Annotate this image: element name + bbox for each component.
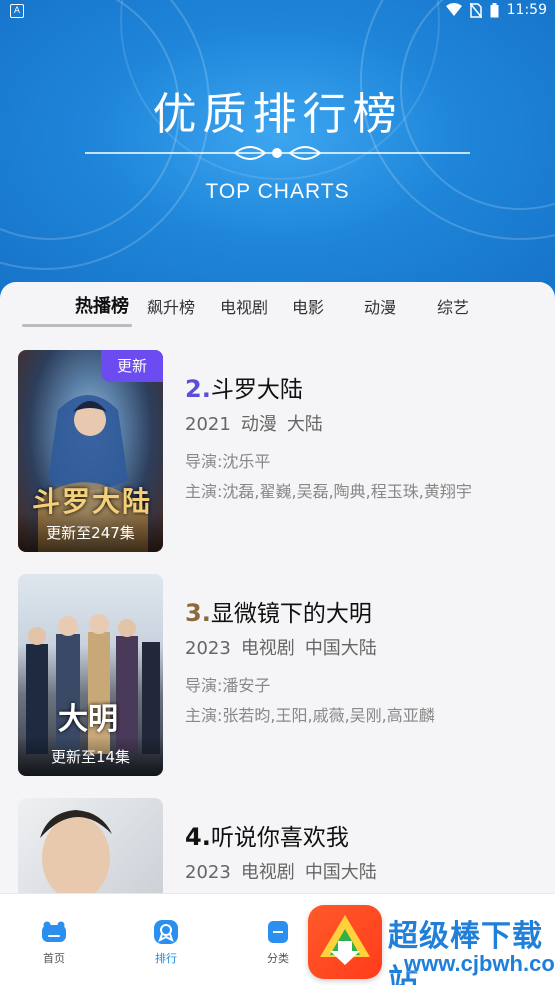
director-label: 导演: xyxy=(185,452,223,471)
list-item[interactable]: 斗罗大陆 更新 更新至247集 2.斗罗大陆 2021 动漫 大陆 导演:沈乐平 主… xyxy=(0,350,555,555)
episode-count: 更新至247集 xyxy=(18,512,163,552)
wifi-icon xyxy=(445,3,462,16)
item-meta: 2023 电视剧 中国大陆 xyxy=(185,858,387,884)
item-genre: 电视剧 xyxy=(240,638,295,659)
director-name: 潘安子 xyxy=(222,676,271,695)
actors-label: 主演: xyxy=(185,706,223,725)
tab-rising[interactable]: 飙升榜 xyxy=(147,294,195,318)
actors-names: 张若昀,王阳,戚薇,吴刚,高亚麟 xyxy=(222,706,435,725)
tab-movies[interactable]: 电影 xyxy=(292,294,324,318)
hero-title: 优质排行榜 xyxy=(152,89,403,140)
category-icon xyxy=(268,921,288,943)
notification-icon: A xyxy=(10,4,24,18)
tab-anime[interactable]: 动漫 xyxy=(364,294,396,318)
actors-names: 沈磊,翟巍,吴磊,陶典,程玉珠,黄翔宇 xyxy=(222,482,472,501)
item-title: 显微镜下的大明 xyxy=(210,601,372,627)
poster-image[interactable]: 大明 更新至14集 xyxy=(18,574,163,776)
item-meta: 2021 动漫 大陆 xyxy=(185,410,333,436)
ranking-icon xyxy=(154,920,178,944)
item-year: 2021 xyxy=(185,414,231,435)
home-icon xyxy=(42,921,66,942)
tab-hot[interactable]: 热播榜 xyxy=(75,292,129,318)
item-genre: 电视剧 xyxy=(240,862,295,883)
item-director: 导演:沈乐平 xyxy=(185,448,270,472)
nav-label: 排行 xyxy=(155,952,177,965)
item-actors: 主演:沈磊,翟巍,吴磊,陶典,程玉珠,黄翔宇 xyxy=(185,478,472,502)
rank-number: 3. xyxy=(185,599,211,627)
item-actors: 主演:张若昀,王阳,戚薇,吴刚,高亚麟 xyxy=(185,702,435,726)
watermark-logo xyxy=(308,905,382,979)
status-time: 11:59 xyxy=(506,2,547,18)
nav-home[interactable]: 首页 xyxy=(24,920,84,966)
poster-image[interactable]: 斗罗大陆 更新 更新至247集 xyxy=(18,350,163,552)
status-bar: A 11:59 xyxy=(0,0,555,24)
item-region: 中国大陆 xyxy=(304,862,377,883)
download-logo-icon xyxy=(320,915,370,965)
tab-variety[interactable]: 综艺 xyxy=(437,294,469,318)
nav-label: 分类 xyxy=(267,952,289,965)
item-title-line[interactable]: 3.显微镜下的大明 xyxy=(185,594,372,628)
watermark-url: www.cjbwh.com xyxy=(404,951,555,976)
director-name: 沈乐平 xyxy=(222,452,271,471)
ornament-divider-icon xyxy=(85,146,470,160)
item-title-line[interactable]: 4.听说你喜欢我 xyxy=(185,818,349,852)
sim-off-icon xyxy=(469,2,482,18)
category-tabs: 热播榜 飙升榜 电视剧 电影 动漫 综艺 xyxy=(0,282,555,326)
item-title: 斗罗大陆 xyxy=(210,377,303,403)
item-region: 大陆 xyxy=(286,414,323,435)
hero-banner: 优质排行榜 TOP CHARTS xyxy=(0,0,555,300)
nav-category[interactable]: 分类 xyxy=(248,920,308,966)
item-year: 2023 xyxy=(185,862,231,883)
item-director: 导演:潘安子 xyxy=(185,672,270,696)
item-region: 中国大陆 xyxy=(304,638,377,659)
actors-label: 主演: xyxy=(185,482,223,501)
item-meta: 2023 电视剧 中国大陆 xyxy=(185,634,387,660)
previous-item-edge xyxy=(22,324,132,327)
tab-tv-series[interactable]: 电视剧 xyxy=(220,294,268,318)
battery-icon xyxy=(490,2,499,17)
ranking-card: 热播榜 飙升榜 电视剧 电影 动漫 综艺 斗罗大陆 更新 更新至247集 2.斗… xyxy=(0,282,555,985)
rank-number: 2. xyxy=(185,375,211,403)
hero-subtitle: TOP CHARTS xyxy=(205,180,350,203)
poster-title-art: 大明 xyxy=(58,702,118,737)
rank-number: 4. xyxy=(185,823,211,851)
item-year: 2023 xyxy=(185,638,231,659)
item-title-line[interactable]: 2.斗罗大陆 xyxy=(185,370,303,404)
list-item[interactable]: 大明 更新至14集 3.显微镜下的大明 2023 电视剧 中国大陆 导演:潘安子 主… xyxy=(0,574,555,779)
director-label: 导演: xyxy=(185,676,223,695)
nav-ranking[interactable]: 排行 xyxy=(136,920,196,966)
item-genre: 动漫 xyxy=(240,414,277,435)
episode-count: 更新至14集 xyxy=(18,736,163,776)
update-badge: 更新 xyxy=(101,350,163,382)
item-title: 听说你喜欢我 xyxy=(210,825,349,851)
nav-label: 首页 xyxy=(43,952,65,965)
